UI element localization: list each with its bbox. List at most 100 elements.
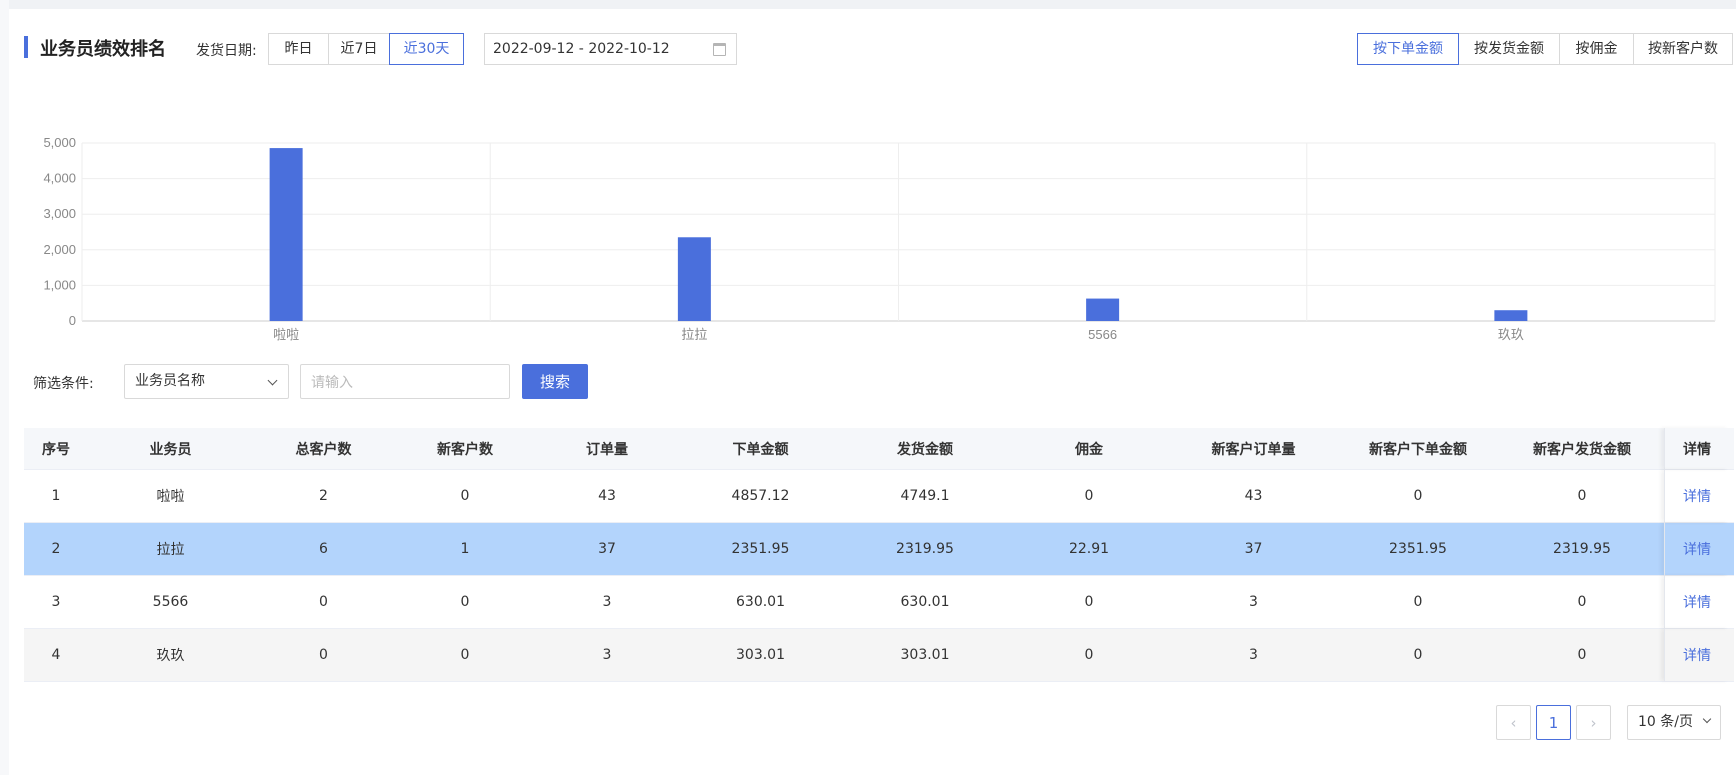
detail-link[interactable]: 详情 [1683,645,1711,665]
table-cell: 6 [319,541,328,557]
table-row[interactable]: 3 5566 0 0 3 630.01 630.01 0 3 0 0 详情 [24,576,1734,629]
table-cell: 0 [1413,488,1423,504]
table-cell: 1 [51,488,61,504]
prev-page-button[interactable]: ‹ [1496,705,1531,740]
filter-field-select[interactable]: 业务员名称 [124,364,289,399]
table-row[interactable]: 2 拉拉 6 1 37 2351.95 2319.95 22.91 37 2351.95 2319.… [24,523,1734,576]
table-cell: 0 [460,647,470,663]
bar-2 [677,237,711,321]
y-tick-label: 1,000 [43,277,76,292]
calendar-icon [713,43,726,56]
table-cell: 0 [1413,594,1423,610]
column-header: 详情 [1664,428,1729,469]
table-row[interactable]: 4 玖玖 0 0 3 303.01 303.01 0 3 0 0 详情 [24,629,1734,682]
top-strip [0,0,1736,9]
sort-new-customers-button[interactable]: 按新客户数 [1633,33,1733,65]
performance-bar-chart: 0 1,000 2,000 3,000 4,000 5,000 啦啦 拉拉 5566 玖玖 [0,125,1736,350]
search-button[interactable]: 搜索 [522,364,588,399]
filter-bar: 筛选条件: 业务员名称 搜索 [33,364,633,400]
table-cell: 4749.1 [900,488,950,504]
table-header-row: 序号 业务员 总客户数 新客户数 订单量 下单金额 发货金额 佣金 新客户订单量 新客户下单金额 新… [24,428,1734,470]
table-cell: 0 [1413,647,1423,663]
detail-link[interactable]: 详情 [1683,592,1711,612]
column-header: 新客户下单金额 [1369,441,1467,458]
table-cell: 630.01 [900,594,950,610]
page-1-button[interactable]: 1 [1536,705,1571,740]
pagination: ‹ 1 › 10 条/页 [1496,705,1736,740]
table-cell: 22.91 [1068,541,1110,557]
next-page-button[interactable]: › [1576,705,1611,740]
sort-option-group: 按下单金额 按发货金额 按佣金 按新客户数 [1357,33,1733,65]
table-cell: 630.01 [736,594,785,610]
table-cell: 2351.95 [731,541,790,557]
page-title: 业务员绩效排名 [40,39,166,60]
table-cell: 2319.95 [1553,541,1611,557]
table-cell: 5566 [152,594,189,610]
range-7days-button[interactable]: 近7日 [328,33,390,65]
bar-4 [1494,310,1528,321]
column-header: 佣金 [1075,441,1103,458]
table-cell: 3 [602,647,612,663]
range-yesterday-button[interactable]: 昨日 [268,33,329,65]
sort-order-amount-button[interactable]: 按下单金额 [1357,33,1459,65]
detail-cell: 详情 [1664,523,1729,575]
quick-range-group: 昨日 近7日 近30天 [268,33,464,65]
range-30days-button[interactable]: 近30天 [389,33,464,65]
page-size-select[interactable]: 10 条/页 [1627,705,1721,740]
filter-label: 筛选条件: [33,376,94,392]
table-cell: 0 [1577,647,1587,663]
page-header: 业务员绩效排名 发货日期: 昨日 近7日 近30天 2022-09-12 - 2… [24,33,1734,65]
table-cell: 2 [319,488,328,504]
table-cell: 2319.95 [896,541,954,557]
table-cell: 3 [602,594,612,610]
table-row[interactable]: 1 啦啦 2 0 43 4857.12 4749.1 0 43 0 0 详情 [24,470,1734,523]
column-header: 发货金额 [897,441,953,458]
y-tick-label: 5,000 [43,135,76,150]
x-tick-label: 5566 [1088,327,1117,342]
table-cell: 4 [51,647,61,663]
detail-link[interactable]: 详情 [1683,539,1711,559]
column-header: 新客户订单量 [1211,441,1296,458]
y-tick-label: 4,000 [43,171,76,186]
detail-cell: 详情 [1664,470,1729,522]
y-tick-label: 3,000 [43,206,76,221]
table-cell: 拉拉 [156,542,185,558]
filter-keyword-input[interactable] [300,364,510,399]
performance-table: 序号 业务员 总客户数 新客户数 订单量 下单金额 发货金额 佣金 新客户订单量 新客户下单金额 新… [24,428,1734,682]
table-cell: 0 [1084,594,1094,610]
y-tick-label: 2,000 [43,242,76,257]
chevron-down-icon [267,375,278,386]
table-cell: 43 [1244,488,1263,504]
bar-3 [1086,298,1120,321]
table-cell: 玖玖 [156,648,185,664]
date-range-picker[interactable]: 2022-09-12 - 2022-10-12 [484,33,737,65]
table-cell: 2351.95 [1389,541,1447,557]
table-cell: 0 [1577,488,1587,504]
detail-link[interactable]: 详情 [1683,486,1711,506]
x-tick-label: 玖玖 [1498,327,1524,342]
table-cell: 0 [319,594,328,610]
table-cell: 37 [598,541,616,557]
column-header: 下单金额 [732,441,789,458]
detail-cell: 详情 [1664,576,1729,628]
column-header: 新客户发货金额 [1533,441,1631,458]
date-range-value: 2022-09-12 - 2022-10-12 [493,41,670,57]
detail-cell: 详情 [1664,629,1729,681]
table-cell: 0 [460,488,470,504]
column-header: 总客户数 [295,441,352,458]
chart-canvas: 0 1,000 2,000 3,000 4,000 5,000 啦啦 拉拉 5566 玖玖 [43,135,1716,342]
x-tick-label: 啦啦 [273,327,299,342]
filter-field-value: 业务员名称 [135,373,205,389]
sort-commission-button[interactable]: 按佣金 [1559,33,1634,65]
table-cell: 0 [460,594,470,610]
column-header: 序号 [42,441,70,458]
sort-ship-amount-button[interactable]: 按发货金额 [1458,33,1560,65]
bar-1 [269,148,303,321]
table-cell: 303.01 [736,647,785,663]
table-cell: 3 [1249,594,1258,610]
x-tick-label: 拉拉 [681,327,707,342]
table-cell: 3 [51,594,61,610]
title-accent-bar [24,36,28,58]
page-size-value: 10 条/页 [1638,714,1693,730]
y-tick-label: 0 [69,313,76,328]
